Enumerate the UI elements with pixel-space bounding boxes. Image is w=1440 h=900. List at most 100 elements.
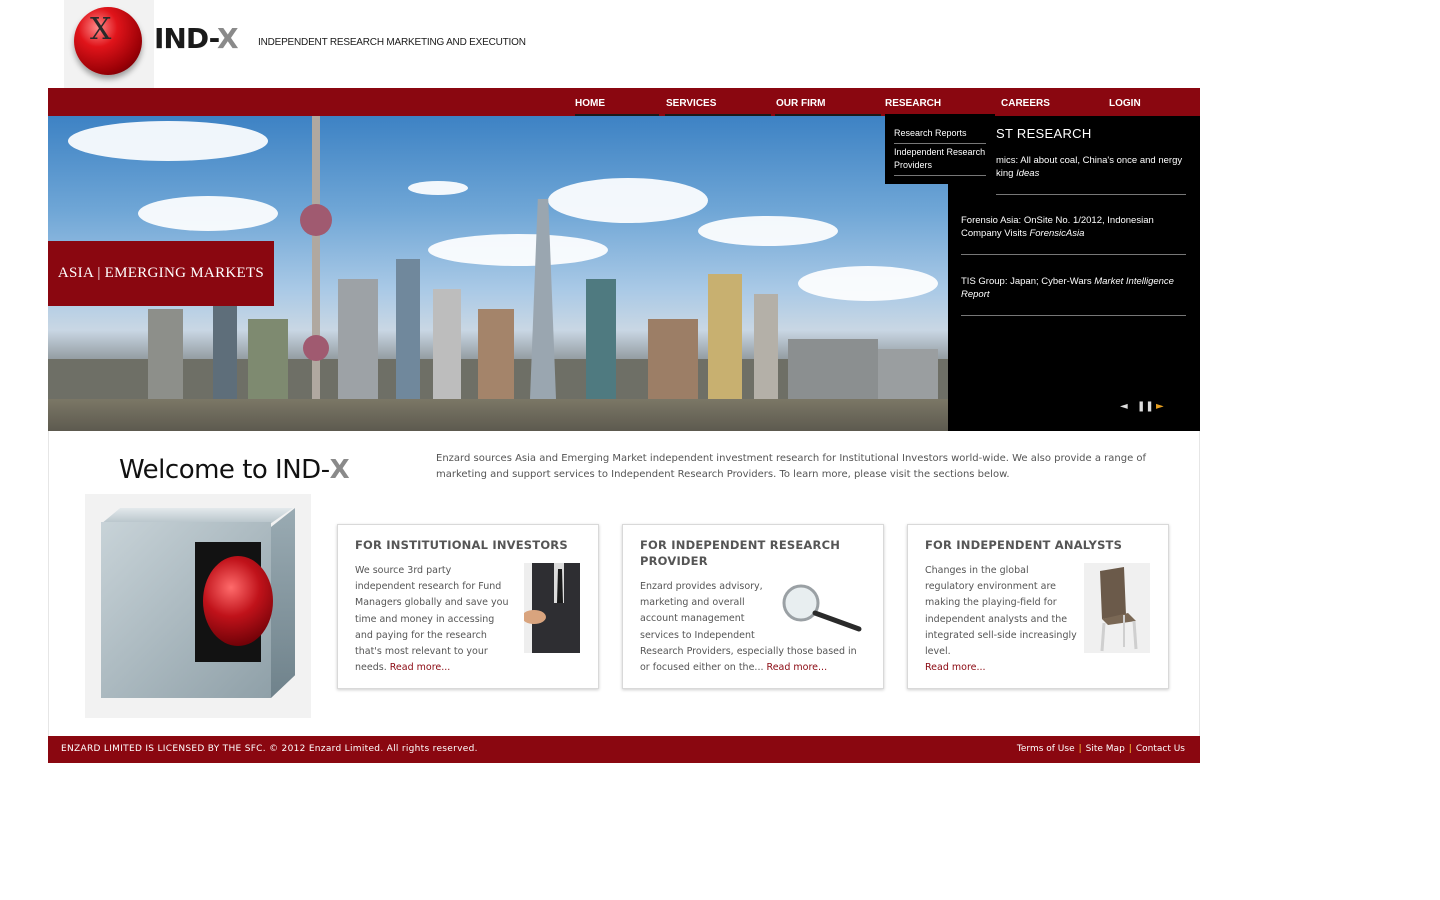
building: [788, 339, 878, 399]
building: [878, 349, 938, 399]
footer-link-terms[interactable]: Terms of Use: [1017, 744, 1075, 754]
building: [433, 289, 461, 399]
research-item[interactable]: Forensio Asia: OnSite No. 1/2012, Indone…: [961, 214, 1186, 255]
building: [754, 294, 778, 399]
building: [248, 319, 288, 399]
card-institutional-investors: FOR INSTITUTIONAL INVESTORS We source 3r…: [337, 524, 599, 689]
jin-mao-tower: [530, 199, 556, 399]
river: [48, 399, 948, 431]
research-item[interactable]: mics: All about coal, China's once and n…: [996, 154, 1186, 195]
cloud: [548, 178, 708, 223]
footer: ENZARD LIMITED IS LICENSED BY THE SFC. ©…: [48, 736, 1200, 763]
footer-separator: |: [1128, 744, 1132, 754]
cube-red-sphere: [203, 556, 273, 646]
panel-title: ST RESEARCH: [996, 126, 1092, 141]
magnifying-glass-icon: [779, 583, 865, 633]
footer-separator: |: [1078, 744, 1082, 754]
welcome-heading: Welcome to IND-X: [119, 455, 350, 485]
building: [338, 279, 378, 399]
card-line: integrated sell-side increasingly: [925, 629, 1077, 641]
research-item-text: TIS Group: Japan; Cyber-Wars: [961, 276, 1092, 287]
read-more-link[interactable]: Read more...: [390, 662, 451, 673]
research-dropdown-menu: Research Reports Independent Research Pr…: [885, 116, 995, 184]
card-line: time and money in accessing: [355, 613, 495, 625]
welcome-prefix: Welcome to IND-: [119, 455, 330, 485]
card-last-line: or focused either on the... Read more...: [640, 660, 857, 676]
cloud: [428, 234, 608, 266]
card-title[interactable]: FOR INDEPENDENT ANALYSTS: [925, 537, 1150, 553]
cube-sphere-image: [85, 494, 311, 718]
card-last-line: needs. Read more...: [355, 660, 508, 676]
intro-paragraph: Enzard sources Asia and Emerging Market …: [436, 453, 1147, 480]
footer-link-sitemap[interactable]: Site Map: [1086, 744, 1125, 754]
footer-link-contact[interactable]: Contact Us: [1136, 744, 1185, 754]
card-line: We source 3rd party: [355, 565, 452, 576]
dropdown-item-independent-research-providers[interactable]: Independent Research Providers: [894, 146, 986, 176]
hero-skyline-image[interactable]: ASIA | EMERGING MARKETS: [48, 116, 948, 431]
building: [478, 309, 514, 399]
tower-sphere: [303, 335, 329, 361]
card-line: independent analysts and the: [925, 613, 1068, 625]
card-line: needs.: [355, 662, 387, 674]
card-title[interactable]: FOR INSTITUTIONAL INVESTORS: [355, 537, 580, 553]
welcome-suffix: X: [329, 455, 350, 485]
card-line: and paying for the research: [355, 629, 487, 641]
card-line: regulatory environment are: [925, 581, 1057, 593]
footer-copyright: ENZARD LIMITED IS LICENSED BY THE SFC. ©…: [61, 744, 478, 754]
card-last-line: Read more...: [925, 660, 1077, 676]
dropdown-item-research-reports[interactable]: Research Reports: [894, 127, 986, 144]
building: [648, 319, 698, 399]
research-item-tag: ForensicAsia: [1029, 228, 1085, 239]
card-line: Research Providers, especially those bas…: [640, 645, 857, 657]
building: [708, 274, 742, 399]
brand-prefix: IND-: [154, 22, 218, 55]
cloud: [138, 196, 278, 231]
card-title[interactable]: FOR INDEPENDENT RESEARCH PROVIDER: [640, 537, 865, 569]
nav-home[interactable]: HOME: [575, 88, 605, 116]
research-item-tag: Ideas: [1016, 168, 1040, 179]
building: [213, 299, 237, 399]
cube-side: [271, 508, 295, 698]
read-more-link[interactable]: Read more...: [767, 662, 828, 673]
cloud: [408, 181, 468, 195]
card-body: Changes in the global regulatory environ…: [925, 563, 1077, 676]
building: [396, 259, 420, 399]
brand-logo-text[interactable]: IND-X: [154, 22, 239, 55]
card-line: level.: [925, 646, 951, 658]
logo-sphere-icon[interactable]: X: [64, 0, 154, 88]
nav-research[interactable]: RESEARCH: [885, 88, 941, 116]
handshake-businessman-icon: [522, 563, 580, 653]
research-item[interactable]: TIS Group: Japan; Cyber-Wars Market Inte…: [961, 275, 1186, 316]
cloud: [68, 121, 268, 161]
card-line: Managers globally and save you: [355, 597, 509, 609]
nav-careers[interactable]: CAREERS: [1001, 88, 1050, 116]
main-content: Welcome to IND-X Enzard sources Asia and…: [48, 431, 1200, 736]
hero-region-label[interactable]: ASIA | EMERGING MARKETS: [48, 241, 274, 306]
nav-our-firm[interactable]: OUR FIRM: [776, 88, 825, 116]
cloud: [698, 216, 838, 246]
card-line: or focused either on the...: [640, 662, 764, 674]
main-nav: HOME SERVICES OUR FIRM RESEARCH CAREERS …: [48, 88, 1200, 118]
cloud: [798, 266, 938, 301]
nav-login[interactable]: LOGIN: [1109, 88, 1141, 116]
logo-x: X: [90, 12, 112, 47]
card-line: independent research for Fund: [355, 581, 502, 593]
nav-services[interactable]: SERVICES: [666, 88, 716, 116]
building: [586, 279, 616, 399]
next-arrow-icon[interactable]: ►: [1156, 401, 1164, 412]
tower-sphere: [300, 204, 332, 236]
card-body: We source 3rd party independent research…: [355, 563, 508, 676]
read-more-link[interactable]: Read more...: [925, 662, 986, 673]
card-independent-research-provider: FOR INDEPENDENT RESEARCH PROVIDER Enzard…: [622, 524, 884, 689]
card-line: making the playing-field for: [925, 597, 1057, 609]
card-line: that's most relevant to your: [355, 646, 488, 658]
card-independent-analysts: FOR INDEPENDENT ANALYSTS Changes in the …: [907, 524, 1169, 689]
tagline: INDEPENDENT RESEARCH MARKETING AND EXECU…: [258, 37, 526, 48]
brand-suffix: X: [216, 22, 239, 55]
footer-links: Terms of Use | Site Map | Contact Us: [1017, 736, 1185, 763]
building: [148, 309, 183, 399]
card-line: Changes in the global: [925, 565, 1029, 576]
prev-arrow-icon[interactable]: ◄: [1120, 401, 1128, 412]
chair-icon: [1084, 563, 1150, 653]
pause-icon[interactable]: ❚❚: [1137, 401, 1154, 412]
